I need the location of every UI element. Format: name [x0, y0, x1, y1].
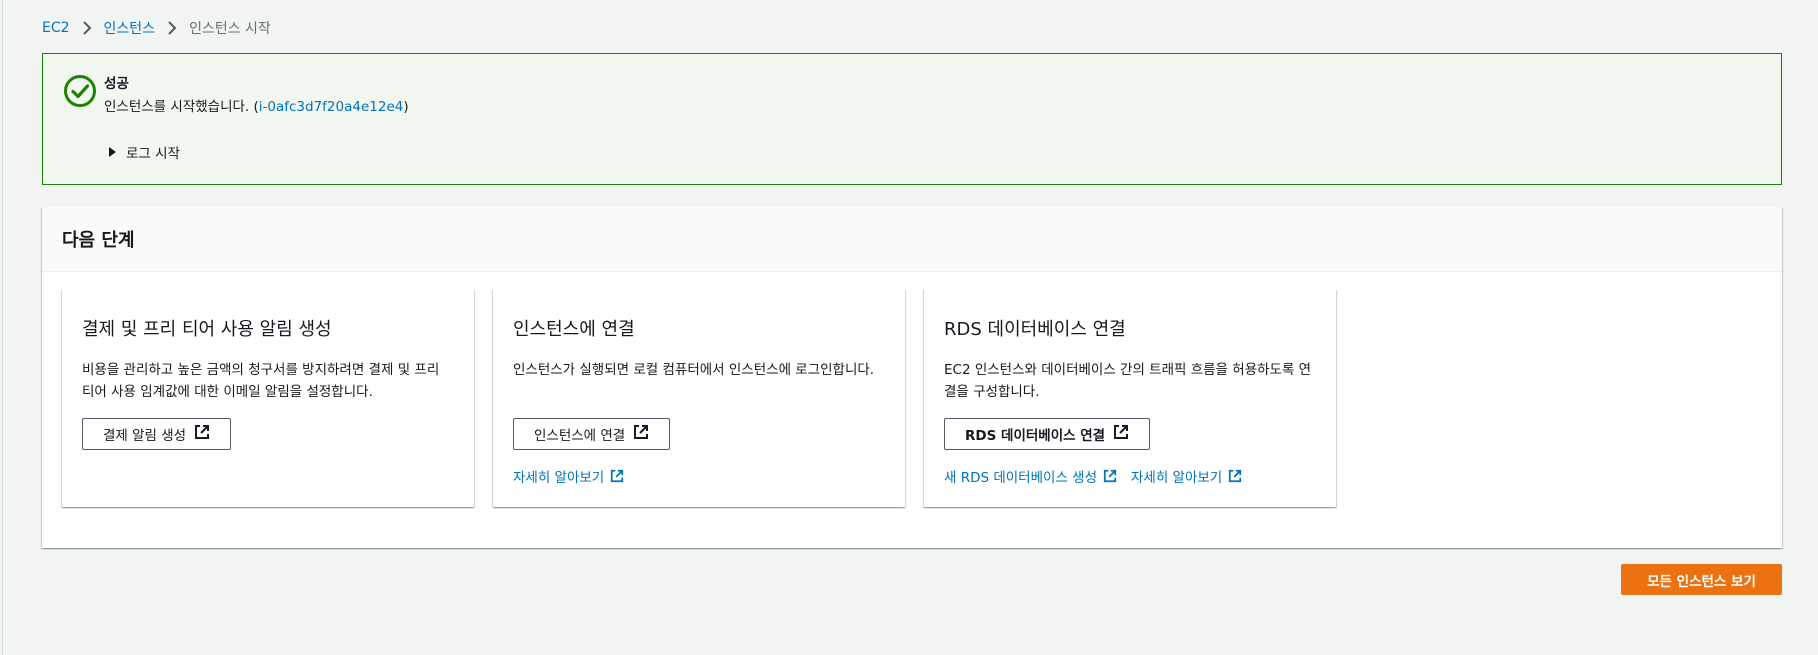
- button-label: RDS 데이터베이스 연결: [965, 428, 1106, 444]
- external-link-icon: [611, 469, 624, 483]
- connect-instance-card: 인스턴스에 연결 인스턴스가 실행되면 로컬 컴퓨터에서 인스턴스에 로그인합니…: [493, 289, 905, 507]
- external-link-icon: [1229, 469, 1242, 483]
- check-circle-icon: [63, 74, 97, 108]
- card-links: 자세히 알아보기: [513, 466, 638, 486]
- button-label: 인스턴스에 연결: [534, 428, 626, 444]
- rds-connect-card: RDS 데이터베이스 연결 EC2 인스턴스와 데이터베이스 간의 트래픽 흐름…: [924, 289, 1336, 507]
- link-label: 자세히 알아보기: [513, 470, 605, 486]
- launch-log-label: 로그 시작: [126, 146, 180, 162]
- link-label: 새 RDS 데이터베이스 생성: [944, 470, 1097, 486]
- external-link-icon: [1105, 424, 1129, 444]
- learn-more-link[interactable]: 자세히 알아보기: [513, 466, 624, 486]
- caret-right-icon: [109, 147, 116, 157]
- card-title: 결제 및 프리 티어 사용 알림 생성: [82, 319, 332, 340]
- create-billing-alert-button[interactable]: 결제 알림 생성: [82, 418, 232, 450]
- next-steps-panel: 다음 단계 결제 및 프리 티어 사용 알림 생성 비용을 관리하고 높은 금액…: [42, 207, 1782, 548]
- billing-alert-card: 결제 및 프리 티어 사용 알림 생성 비용을 관리하고 높은 금액의 청구서를…: [62, 289, 474, 507]
- flash-title: 성공: [104, 76, 129, 92]
- chevron-right-icon: [78, 20, 96, 36]
- flash-message-suffix: ): [403, 99, 409, 115]
- flash-message-prefix: 인스턴스를 시작했습니다. (: [104, 99, 259, 115]
- flash-message: 인스턴스를 시작했습니다. (i-0afc3d7f20a4e12e4): [104, 95, 409, 115]
- connect-instance-button[interactable]: 인스턴스에 연결: [513, 418, 671, 450]
- card-title: RDS 데이터베이스 연결: [944, 319, 1126, 340]
- card-links: 새 RDS 데이터베이스 생성 자세히 알아보기: [944, 466, 1256, 486]
- learn-more-link[interactable]: 자세히 알아보기: [1131, 466, 1242, 486]
- external-link-icon: [1103, 469, 1117, 483]
- button-label: 결제 알림 생성: [103, 428, 187, 444]
- link-label: 자세히 알아보기: [1131, 470, 1223, 486]
- external-link-icon: [186, 424, 210, 444]
- breadcrumb-ec2[interactable]: EC2: [42, 20, 70, 36]
- breadcrumb-instances[interactable]: 인스턴스: [104, 18, 156, 38]
- instance-id-link[interactable]: i-0afc3d7f20a4e12e4: [259, 99, 404, 115]
- success-flash: 성공 인스턴스를 시작했습니다. (i-0afc3d7f20a4e12e4) 로…: [42, 53, 1782, 185]
- card-description: 비용을 관리하고 높은 금액의 청구서를 방지하려면 결제 및 프리 티어 사용…: [82, 362, 440, 400]
- connect-rds-button[interactable]: RDS 데이터베이스 연결: [944, 418, 1151, 450]
- page-divider: [2, 0, 3, 655]
- breadcrumb-launch-instance: 인스턴스 시작: [189, 21, 271, 37]
- card-description: EC2 인스턴스와 데이터베이스 간의 트래픽 흐름을 허용하도록 연결을 구성…: [944, 362, 1312, 400]
- next-steps-header: 다음 단계: [42, 207, 1782, 272]
- card-description: 인스턴스가 실행되면 로컬 컴퓨터에서 인스턴스에 로그인합니다.: [513, 362, 875, 378]
- launch-log-expander[interactable]: 로그 시작: [109, 142, 180, 162]
- next-steps-title: 다음 단계: [62, 230, 135, 251]
- create-rds-database-link[interactable]: 새 RDS 데이터베이스 생성: [944, 466, 1117, 486]
- chevron-right-icon: [163, 20, 181, 36]
- card-title: 인스턴스에 연결: [513, 319, 635, 340]
- breadcrumb: EC2 인스턴스 인스턴스 시작: [42, 18, 271, 38]
- view-all-instances-button[interactable]: 모든 인스턴스 보기: [1621, 564, 1782, 595]
- external-link-icon: [625, 424, 649, 444]
